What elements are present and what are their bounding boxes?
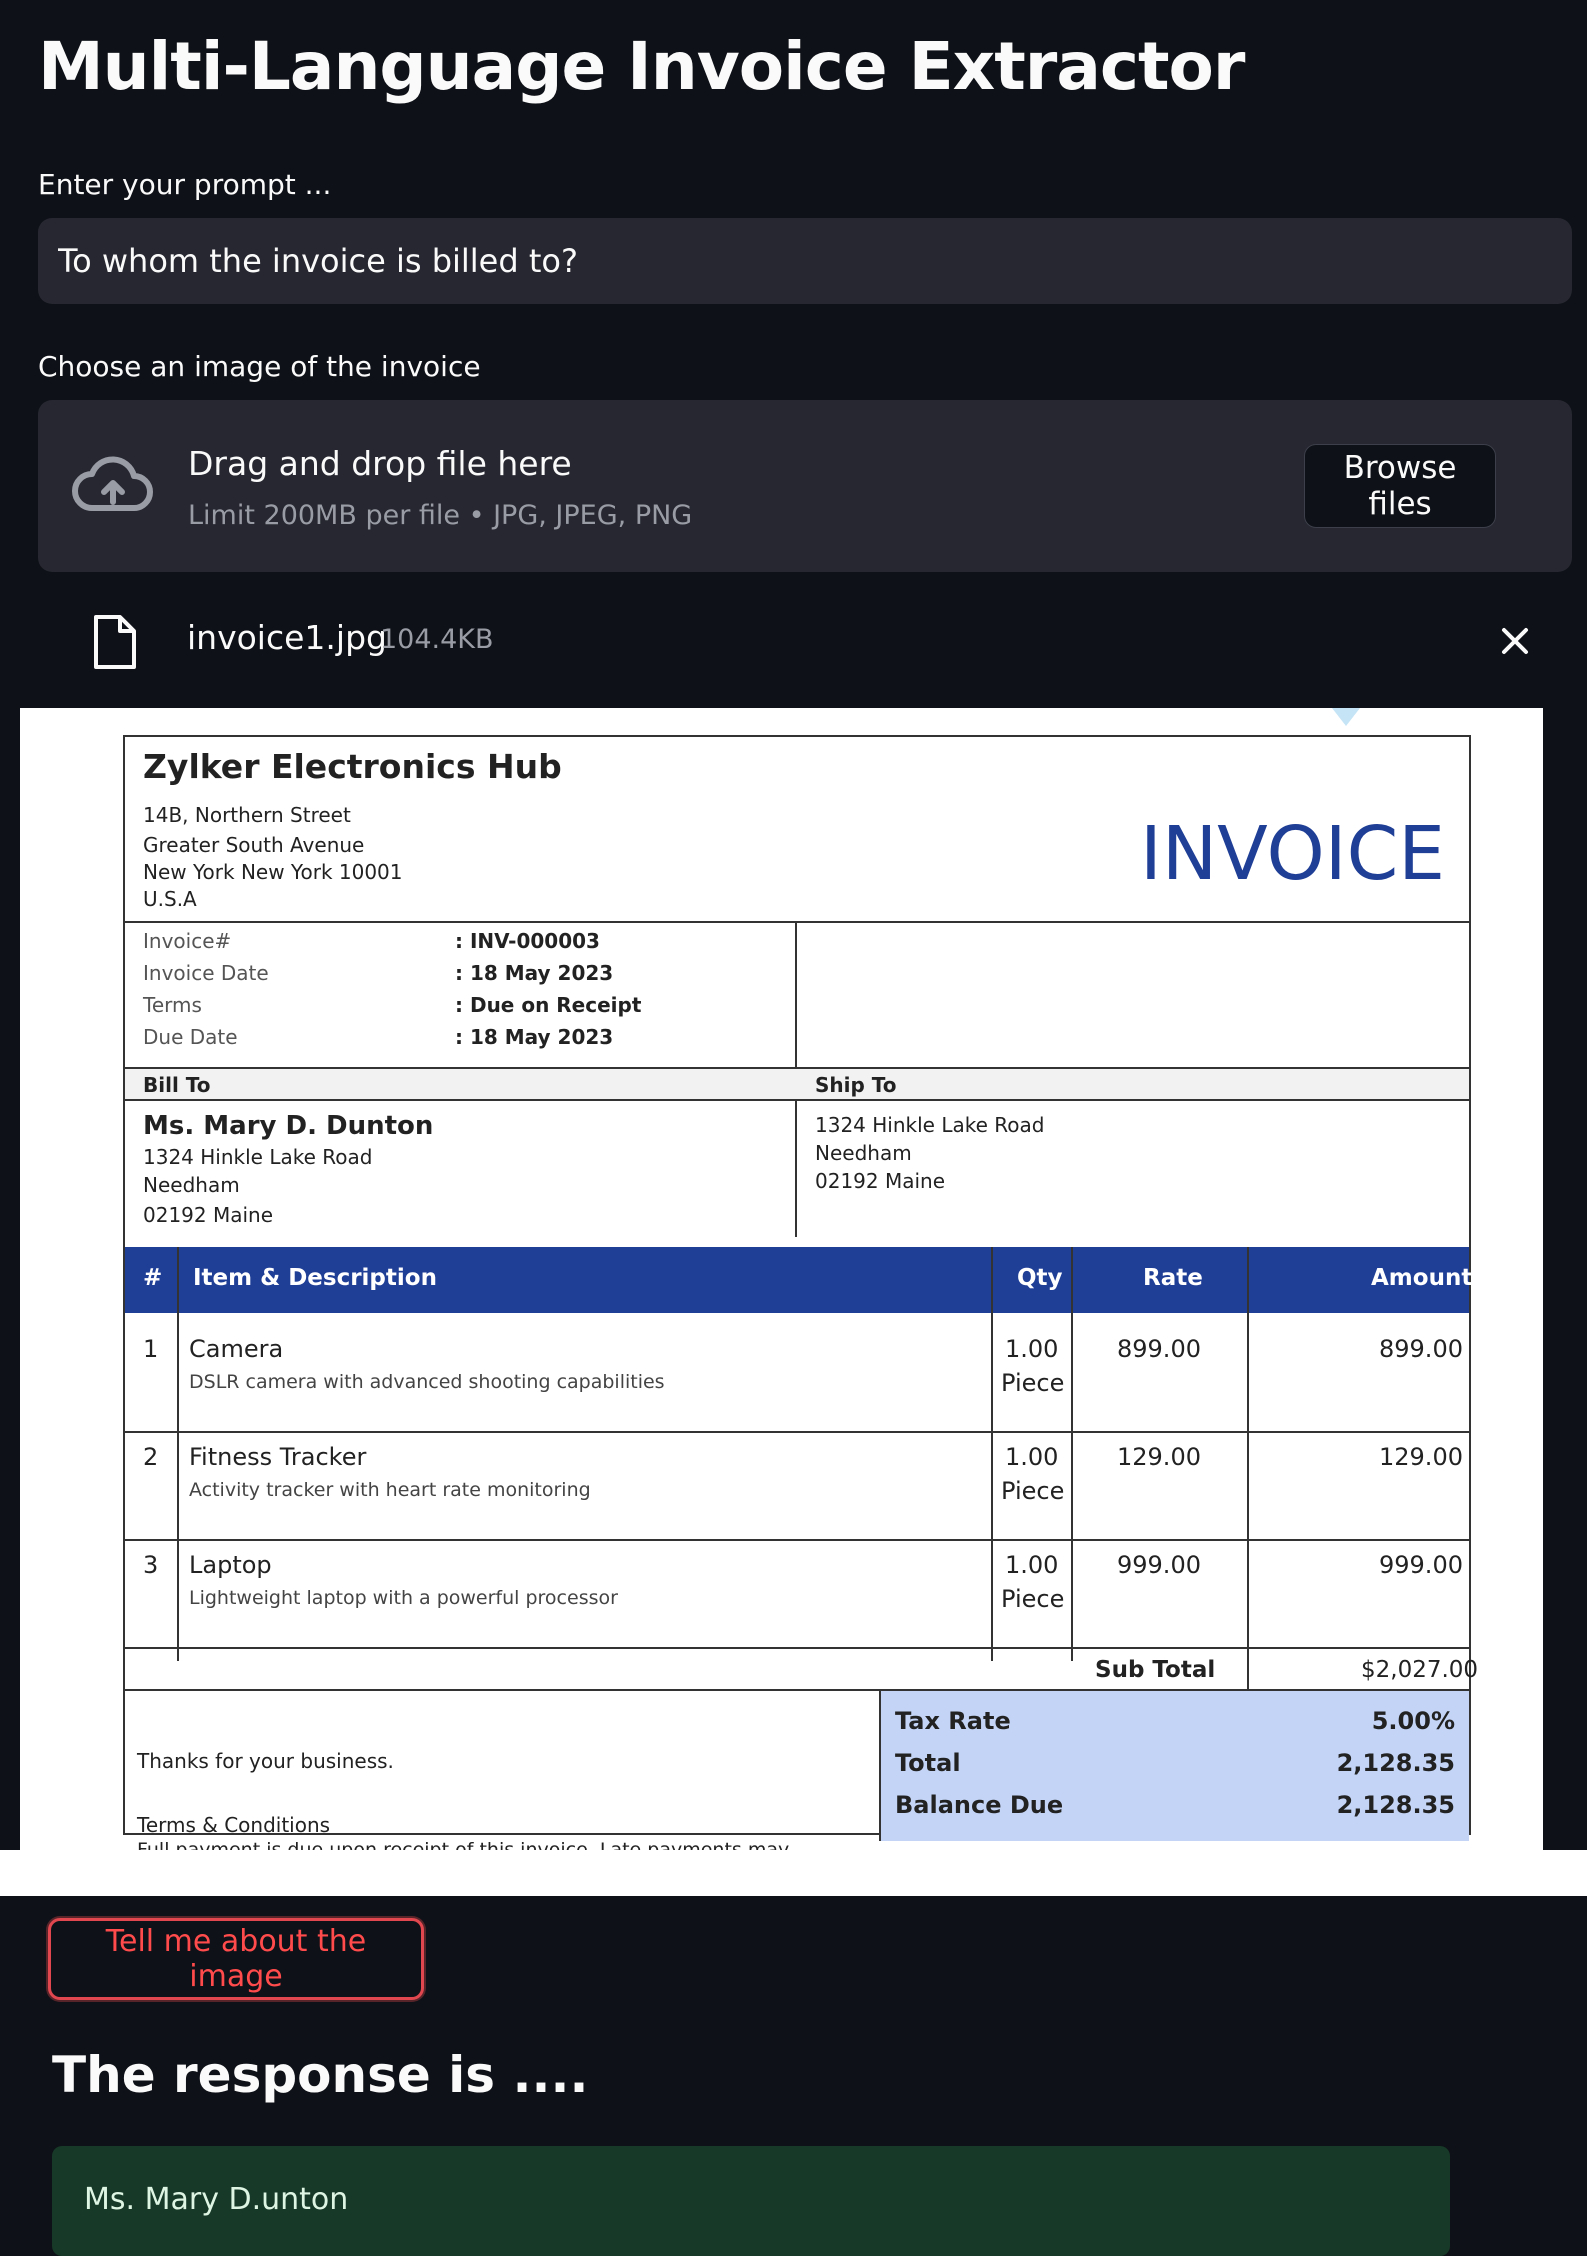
total-value: 2,128.35 bbox=[1336, 1749, 1455, 1777]
browse-files-button[interactable]: Browse files bbox=[1304, 444, 1496, 528]
item-rate: 129.00 bbox=[1117, 1443, 1201, 1471]
page-title: Multi-Language Invoice Extractor bbox=[38, 28, 1245, 105]
item-rate: 899.00 bbox=[1117, 1335, 1201, 1363]
bill-to-name: Ms. Mary D. Dunton bbox=[143, 1111, 434, 1141]
divider bbox=[1071, 1247, 1073, 1661]
total-label: Balance Due bbox=[895, 1791, 1064, 1819]
item-name: Laptop bbox=[189, 1551, 272, 1579]
column-header-item: Item & Description bbox=[193, 1265, 437, 1291]
thanks-text: Thanks for your business. bbox=[137, 1749, 394, 1773]
item-unit: Piece bbox=[1001, 1585, 1065, 1613]
column-header-num: # bbox=[143, 1265, 163, 1291]
item-amount: 899.00 bbox=[1379, 1335, 1463, 1363]
scroll-indicator-icon bbox=[1332, 708, 1360, 726]
meta-value: : Due on Receipt bbox=[455, 993, 642, 1017]
divider bbox=[125, 1539, 1469, 1541]
address-header-band bbox=[125, 1067, 1469, 1101]
ship-to-line: 02192 Maine bbox=[815, 1169, 946, 1193]
uploader-label: Choose an image of the invoice bbox=[38, 350, 481, 383]
divider bbox=[125, 1099, 1469, 1101]
row-num: 2 bbox=[143, 1443, 159, 1471]
subtotal-label: Sub Total bbox=[1095, 1657, 1216, 1683]
tell-me-button[interactable]: Tell me about the image bbox=[48, 1918, 424, 2000]
file-size: 104.4KB bbox=[380, 624, 494, 655]
divider bbox=[125, 1647, 1469, 1649]
divider bbox=[991, 1247, 993, 1661]
item-rate: 999.00 bbox=[1117, 1551, 1201, 1579]
bill-to-line: 1324 Hinkle Lake Road bbox=[143, 1145, 373, 1169]
invoice-heading: INVOICE bbox=[1140, 811, 1445, 897]
file-dropzone[interactable]: Drag and drop file here Limit 200MB per … bbox=[38, 400, 1572, 572]
item-description: DSLR camera with advanced shooting capab… bbox=[189, 1371, 665, 1393]
item-name: Fitness Tracker bbox=[189, 1443, 367, 1471]
terms-text: Full payment is due upon receipt of this… bbox=[137, 1839, 790, 1850]
column-header-amount: Amount bbox=[1371, 1265, 1473, 1291]
cloud-upload-icon bbox=[72, 456, 153, 511]
item-description: Activity tracker with heart rate monitor… bbox=[189, 1479, 591, 1501]
total-value: 5.00% bbox=[1371, 1707, 1455, 1735]
company-address-line: Greater South Avenue bbox=[143, 833, 365, 857]
company-address-line: 14B, Northern Street bbox=[143, 803, 351, 827]
item-qty: 1.00 bbox=[1005, 1335, 1059, 1363]
company-address-line: U.S.A bbox=[143, 887, 197, 911]
response-heading: The response is .... bbox=[52, 2046, 589, 2104]
response-box: Ms. Mary D.unton bbox=[52, 2146, 1450, 2256]
ship-to-label: Ship To bbox=[815, 1073, 897, 1097]
item-amount: 999.00 bbox=[1379, 1551, 1463, 1579]
meta-label: Terms bbox=[143, 993, 202, 1017]
divider bbox=[879, 1691, 881, 1841]
item-name: Camera bbox=[189, 1335, 284, 1363]
item-qty: 1.00 bbox=[1005, 1551, 1059, 1579]
row-num: 1 bbox=[143, 1335, 159, 1363]
divider bbox=[177, 1247, 179, 1661]
ship-to-line: 1324 Hinkle Lake Road bbox=[815, 1113, 1045, 1137]
divider bbox=[125, 1067, 1469, 1069]
column-header-rate: Rate bbox=[1143, 1265, 1203, 1291]
company-name: Zylker Electronics Hub bbox=[143, 747, 562, 786]
invoice-document: Zylker Electronics Hub 14B, Northern Str… bbox=[123, 735, 1478, 1850]
item-amount: 129.00 bbox=[1379, 1443, 1463, 1471]
divider bbox=[125, 921, 1469, 923]
row-num: 3 bbox=[143, 1551, 159, 1579]
column-header-qty: Qty bbox=[1017, 1265, 1063, 1291]
file-name: invoice1.jpg bbox=[187, 618, 387, 657]
company-address-line: New York New York 10001 bbox=[143, 860, 403, 884]
meta-value: : INV-000003 bbox=[455, 929, 600, 953]
meta-value: : 18 May 2023 bbox=[455, 1025, 614, 1049]
divider bbox=[1247, 1247, 1249, 1691]
bill-to-label: Bill To bbox=[143, 1073, 211, 1097]
meta-label: Invoice# bbox=[143, 929, 232, 953]
meta-value: : 18 May 2023 bbox=[455, 961, 614, 985]
prompt-label: Enter your prompt ... bbox=[38, 168, 332, 201]
total-label: Total bbox=[895, 1749, 961, 1777]
meta-label: Due Date bbox=[143, 1025, 238, 1049]
divider bbox=[125, 1431, 1469, 1433]
dropzone-limit: Limit 200MB per file • JPG, JPEG, PNG bbox=[188, 500, 693, 531]
close-icon[interactable] bbox=[1496, 622, 1534, 660]
uploaded-file-row: invoice1.jpg 104.4KB bbox=[0, 600, 1587, 680]
item-unit: Piece bbox=[1001, 1369, 1065, 1397]
totals-panel: Tax Rate 5.00% Total 2,128.35 Balance Du… bbox=[881, 1691, 1469, 1841]
item-unit: Piece bbox=[1001, 1477, 1065, 1505]
prompt-input[interactable] bbox=[38, 218, 1572, 304]
bill-to-line: 02192 Maine bbox=[143, 1203, 274, 1227]
item-description: Lightweight laptop with a powerful proce… bbox=[189, 1587, 618, 1609]
image-margin bbox=[0, 1850, 1587, 1896]
invoice-image-preview: Zylker Electronics Hub 14B, Northern Str… bbox=[20, 708, 1543, 1850]
response-text: Ms. Mary D.unton bbox=[84, 2182, 349, 2217]
item-qty: 1.00 bbox=[1005, 1443, 1059, 1471]
dropzone-title: Drag and drop file here bbox=[188, 444, 572, 483]
total-value: 2,128.35 bbox=[1336, 1791, 1455, 1819]
meta-label: Invoice Date bbox=[143, 961, 269, 985]
terms-label: Terms & Conditions bbox=[137, 1813, 331, 1837]
total-label: Tax Rate bbox=[895, 1707, 1011, 1735]
bill-to-line: Needham bbox=[143, 1173, 240, 1197]
ship-to-line: Needham bbox=[815, 1141, 912, 1165]
items-header-row: # Item & Description Qty Rate Amount bbox=[125, 1247, 1473, 1313]
subtotal-value: $2,027.00 bbox=[1361, 1657, 1479, 1683]
file-icon bbox=[94, 615, 136, 669]
